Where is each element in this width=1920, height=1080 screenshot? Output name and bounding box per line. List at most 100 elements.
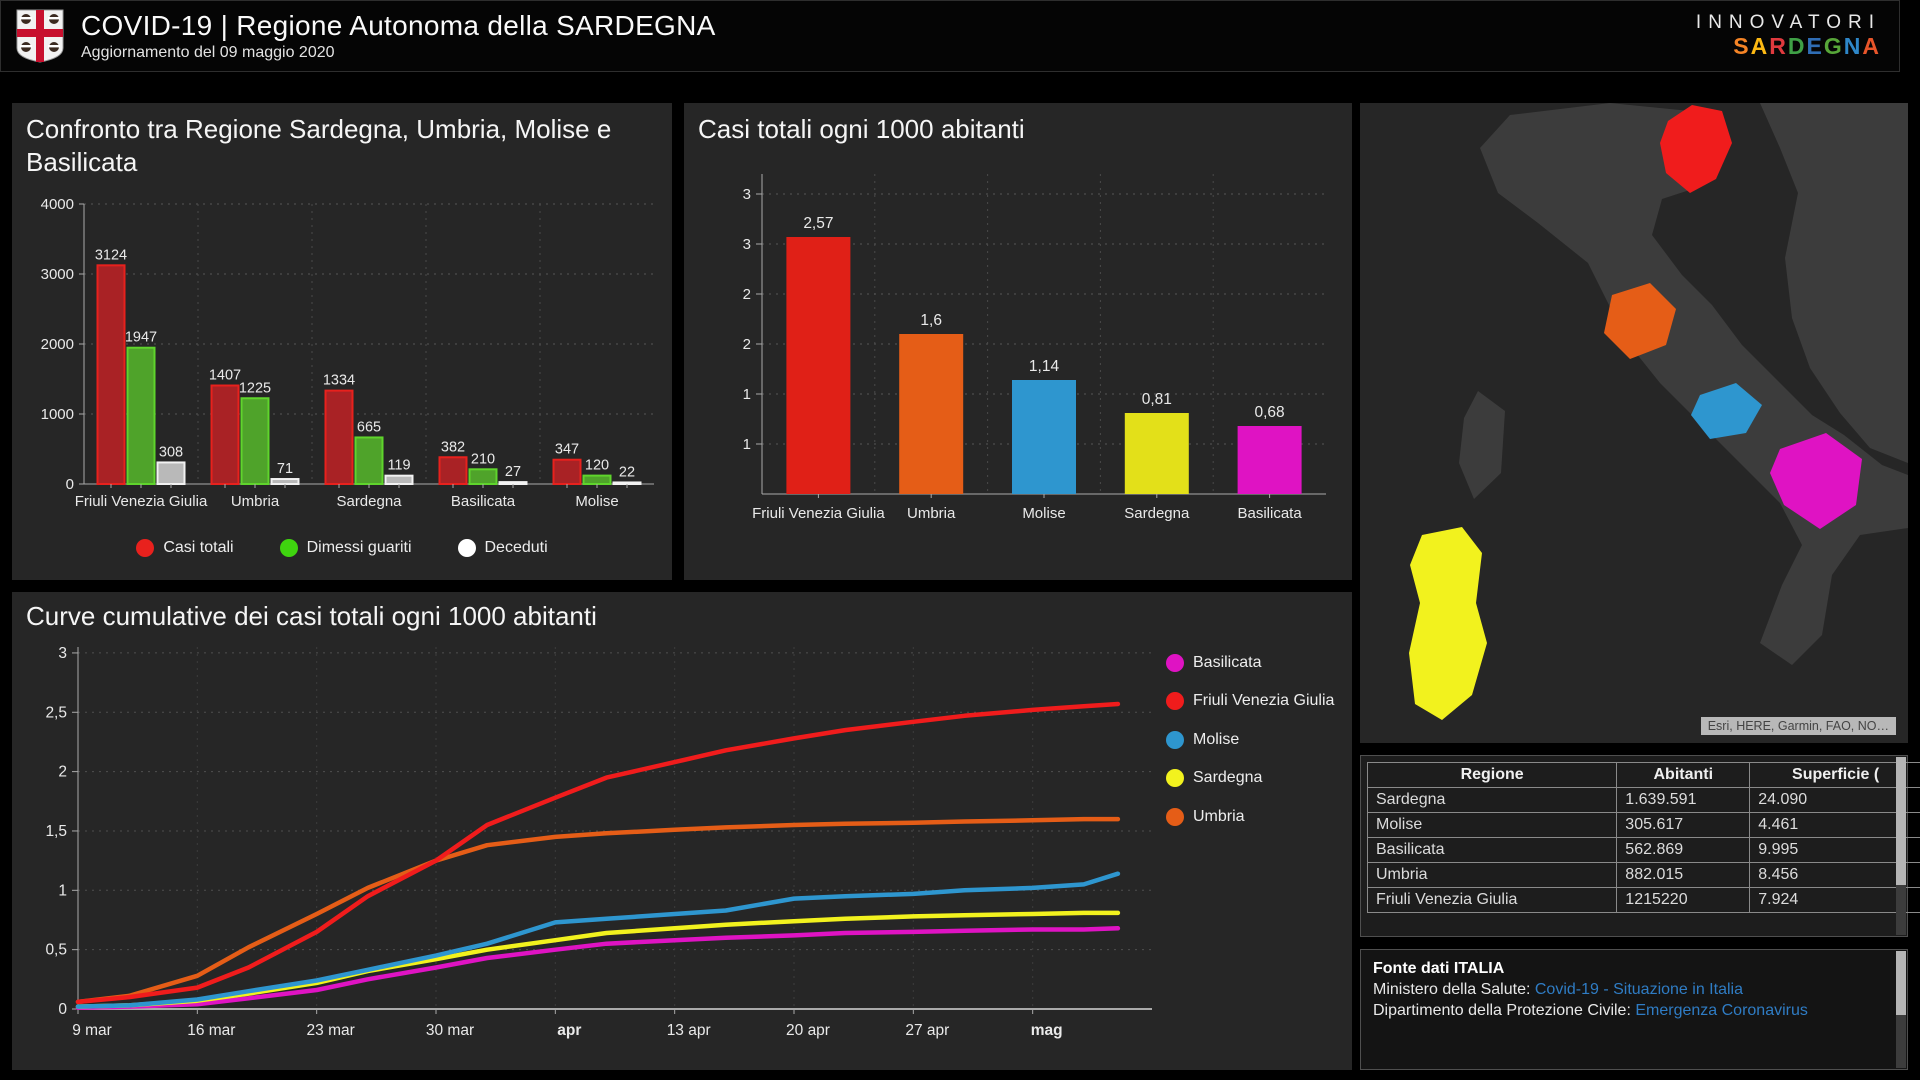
table-cell: 9.995 bbox=[1749, 837, 1920, 863]
legend-dot bbox=[1166, 730, 1184, 749]
legend-label: Sardegna bbox=[1193, 769, 1263, 787]
table-cell: 562.869 bbox=[1616, 837, 1751, 863]
table-row: Sardegna 1.639.591 24.090 bbox=[1366, 787, 1920, 813]
svg-text:Molise: Molise bbox=[575, 493, 618, 510]
legend-item: Dimessi guariti bbox=[279, 539, 412, 557]
svg-text:1407: 1407 bbox=[209, 368, 241, 384]
brand-letter: N bbox=[1843, 32, 1863, 59]
svg-text:1947: 1947 bbox=[125, 330, 157, 346]
svg-text:27: 27 bbox=[505, 464, 521, 480]
svg-text:3: 3 bbox=[743, 186, 751, 203]
svg-text:1: 1 bbox=[58, 882, 67, 899]
table-cell: Sardegna bbox=[1366, 787, 1618, 813]
table-cell: Umbria bbox=[1366, 862, 1618, 888]
legend-item: Deceduti bbox=[457, 539, 548, 557]
svg-text:13 apr: 13 apr bbox=[667, 1022, 711, 1039]
svg-text:Umbria: Umbria bbox=[907, 505, 956, 522]
legend-dot bbox=[1166, 654, 1184, 672]
svg-text:2,5: 2,5 bbox=[45, 704, 67, 721]
svg-text:1: 1 bbox=[743, 386, 751, 403]
legend-label: Basilicata bbox=[1193, 654, 1262, 671]
table-cell: 305.617 bbox=[1616, 812, 1751, 838]
table-cell: 1215220 bbox=[1616, 887, 1751, 913]
svg-text:Umbria: Umbria bbox=[231, 493, 280, 510]
svg-text:71: 71 bbox=[277, 461, 293, 477]
fonte-line-2: Dipartimento della Protezione Civile: Em… bbox=[1373, 1002, 1895, 1020]
panel-curve-cumulative: Curve cumulative dei casi totali ogni 10… bbox=[12, 592, 1352, 1070]
svg-text:120: 120 bbox=[585, 458, 609, 474]
link-emergenza-coronavirus[interactable]: Emergenza Coronavirus bbox=[1635, 1002, 1808, 1019]
svg-text:22: 22 bbox=[619, 464, 635, 480]
map-attribution: Esri, HERE, Garmin, FAO, NO… bbox=[1700, 717, 1896, 735]
legend-item: Friuli Venezia Giulia bbox=[1166, 692, 1336, 711]
table-cell: Molise bbox=[1366, 812, 1618, 838]
svg-text:210: 210 bbox=[471, 451, 495, 467]
chart-title-per1000: Casi totali ogni 1000 abitanti bbox=[698, 114, 1025, 144]
brand-line-innovatori: INNOVATORI bbox=[1695, 11, 1881, 33]
svg-text:119: 119 bbox=[387, 458, 410, 474]
legend-dot bbox=[136, 539, 155, 557]
link-covid19-situazione[interactable]: Covid-19 - Situazione in Italia bbox=[1535, 981, 1743, 998]
svg-text:20 apr: 20 apr bbox=[786, 1022, 830, 1039]
svg-text:Sardegna: Sardegna bbox=[1124, 505, 1190, 522]
table-cell: 1.639.591 bbox=[1616, 787, 1751, 813]
svg-text:1: 1 bbox=[743, 436, 751, 453]
svg-text:0: 0 bbox=[66, 476, 74, 493]
fonte-label-ministero: Ministero della Salute: bbox=[1373, 981, 1535, 998]
svg-text:4000: 4000 bbox=[41, 196, 74, 213]
table-header-cell: Regione bbox=[1366, 762, 1618, 788]
svg-text:Basilicata: Basilicata bbox=[1237, 505, 1302, 522]
svg-text:3: 3 bbox=[58, 644, 67, 661]
svg-text:Friuli Venezia Giulia: Friuli Venezia Giulia bbox=[752, 505, 885, 522]
svg-text:Friuli Venezia Giulia: Friuli Venezia Giulia bbox=[75, 493, 208, 510]
innovatori-sardegna-logo: INNOVATORI SARDEGNA bbox=[1695, 11, 1881, 59]
svg-text:27 apr: 27 apr bbox=[905, 1022, 949, 1039]
svg-text:Sardegna: Sardegna bbox=[336, 493, 402, 510]
svg-text:3: 3 bbox=[743, 236, 751, 253]
chart-title-curve: Curve cumulative dei casi totali ogni 10… bbox=[26, 601, 597, 631]
sardegna-coat-of-arms-logo bbox=[16, 9, 64, 63]
table-header-cell: Superficie ( bbox=[1749, 762, 1920, 788]
table-header-cell: Abitanti bbox=[1616, 762, 1751, 788]
svg-text:1,6: 1,6 bbox=[920, 312, 942, 329]
svg-text:16 mar: 16 mar bbox=[187, 1022, 235, 1039]
grouped-bar-chart: 0 1000 2000 3000 4000 3124 1947 308 Friuli Venez… bbox=[26, 178, 658, 535]
panel-casi-per-1000: Casi totali ogni 1000 abitanti 3 3 2 2 1 1 2,5… bbox=[684, 103, 1352, 580]
table-cell: 8.456 bbox=[1749, 862, 1920, 888]
svg-text:3000: 3000 bbox=[41, 266, 74, 283]
table-header-row: Regione Abitanti Superficie ( bbox=[1366, 762, 1920, 788]
legend-item: Basilicata bbox=[1166, 654, 1336, 672]
svg-text:347: 347 bbox=[555, 442, 579, 458]
svg-text:2: 2 bbox=[743, 286, 751, 303]
svg-text:0,81: 0,81 bbox=[1142, 391, 1172, 408]
legend-item: Umbria bbox=[1166, 807, 1336, 826]
svg-text:1000: 1000 bbox=[41, 406, 74, 423]
svg-text:2: 2 bbox=[743, 336, 751, 353]
svg-text:Molise: Molise bbox=[1022, 505, 1065, 522]
svg-text:Basilicata: Basilicata bbox=[451, 493, 516, 510]
brand-letter: E bbox=[1806, 32, 1824, 59]
fonte-scrollbar[interactable] bbox=[1896, 951, 1906, 1068]
table-cell: 7.924 bbox=[1749, 887, 1920, 913]
brand-letter: D bbox=[1787, 32, 1807, 59]
svg-text:0,5: 0,5 bbox=[45, 941, 67, 958]
fonte-line-1: Ministero della Salute: Covid-19 - Situa… bbox=[1373, 981, 1895, 999]
svg-text:apr: apr bbox=[557, 1022, 581, 1039]
brand-letter: A bbox=[1862, 32, 1881, 59]
legend-label: Dimessi guariti bbox=[306, 539, 412, 556]
table-row: Friuli Venezia Giulia 1215220 7.924 bbox=[1366, 887, 1920, 913]
brand-line-sardegna: SARDEGNA bbox=[1696, 32, 1881, 59]
table-row: Molise 305.617 4.461 bbox=[1366, 812, 1920, 838]
regioni-table: Regione Abitanti Superficie ( Sardegna 1.63… bbox=[1366, 762, 1920, 913]
table-row: Umbria 882.015 8.456 bbox=[1366, 862, 1920, 888]
svg-text:30 mar: 30 mar bbox=[426, 1022, 474, 1039]
fonte-title: Fonte dati ITALIA bbox=[1373, 960, 1505, 977]
italy-map[interactable]: Esri, HERE, Garmin, FAO, NO… bbox=[1360, 103, 1908, 743]
svg-text:3124: 3124 bbox=[95, 247, 127, 263]
svg-text:1334: 1334 bbox=[323, 373, 355, 389]
table-scrollbar[interactable] bbox=[1896, 757, 1906, 935]
table-row: Basilicata 562.869 9.995 bbox=[1366, 837, 1920, 863]
map-canvas[interactable] bbox=[1360, 103, 1908, 743]
legend-item: Molise bbox=[1166, 730, 1336, 749]
fonte-label-protezione-civile: Dipartimento della Protezione Civile: bbox=[1373, 1002, 1636, 1019]
